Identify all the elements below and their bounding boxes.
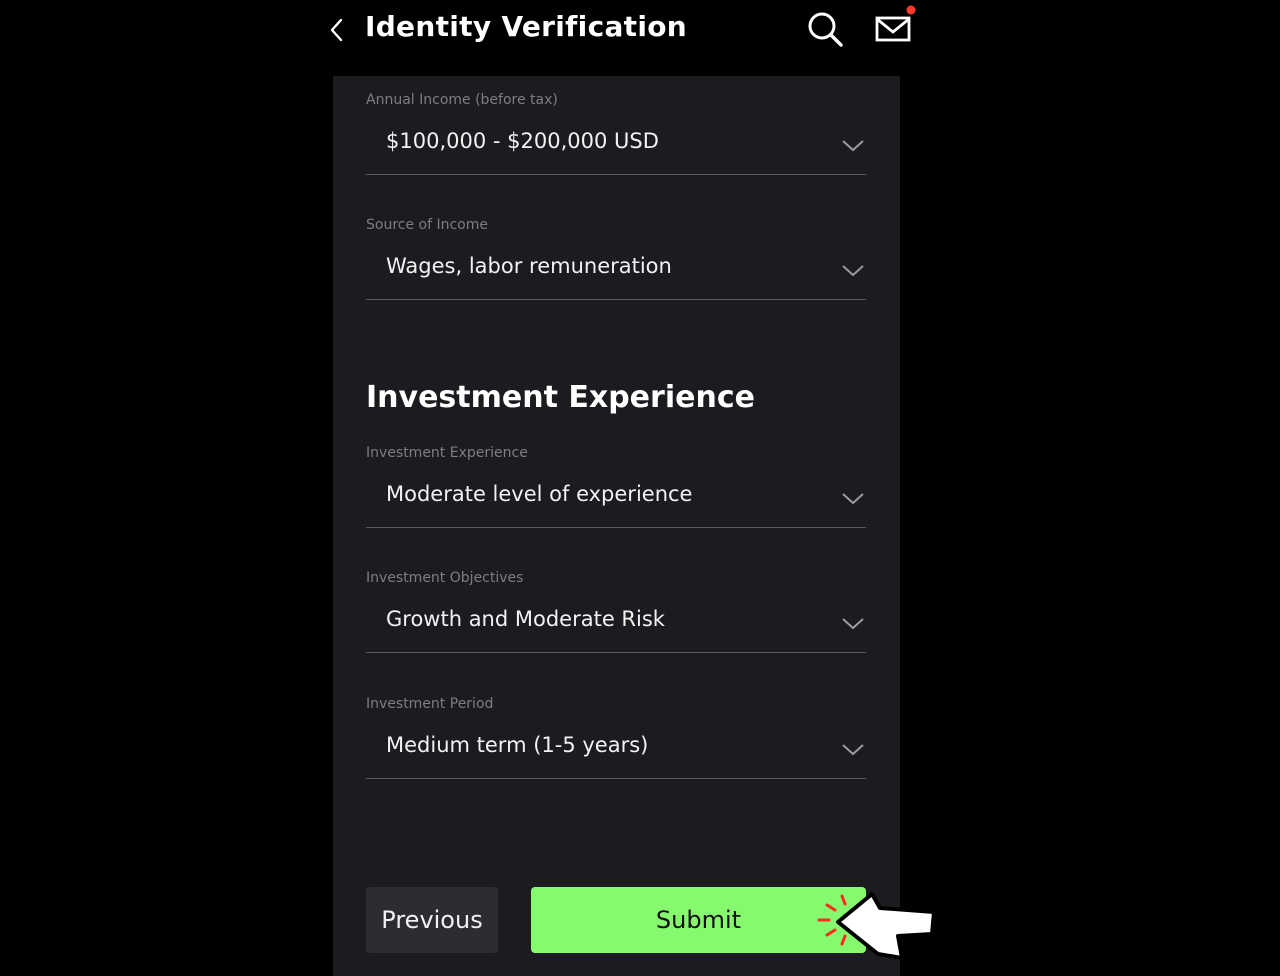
section-title: Investment Experience [366, 380, 755, 415]
investment-period-select[interactable]: Medium term (1-5 years) [366, 720, 866, 779]
previous-button[interactable]: Previous [366, 887, 498, 953]
page-title: Identity Verification [365, 10, 688, 43]
annual-income-value: $100,000 - $200,000 USD [386, 129, 659, 153]
mail-icon[interactable] [874, 2, 918, 46]
notification-dot [906, 5, 916, 15]
annual-income-select[interactable]: $100,000 - $200,000 USD [366, 116, 866, 175]
chevron-down-icon [840, 136, 866, 154]
submit-button[interactable]: Submit [531, 887, 866, 953]
investment-experience-value: Moderate level of experience [386, 482, 693, 506]
investment-period-value: Medium term (1-5 years) [386, 733, 649, 757]
chevron-left-icon[interactable] [326, 16, 348, 44]
chevron-down-icon [840, 740, 866, 758]
investment-objectives-label: Investment Objectives [366, 570, 524, 586]
chevron-down-icon [840, 489, 866, 507]
source-of-income-label: Source of Income [366, 217, 488, 233]
investment-experience-select[interactable]: Moderate level of experience [366, 469, 866, 528]
chevron-down-icon [840, 261, 866, 279]
investment-objectives-select[interactable]: Growth and Moderate Risk [366, 594, 866, 653]
search-icon[interactable] [806, 10, 846, 50]
source-of-income-select[interactable]: Wages, labor remuneration [366, 241, 866, 300]
annual-income-label: Annual Income (before tax) [366, 92, 558, 108]
top-bar: Identity Verification [320, 0, 920, 62]
source-of-income-value: Wages, labor remuneration [386, 254, 672, 278]
form-panel: Annual Income (before tax) $100,000 - $2… [333, 76, 900, 976]
investment-experience-label: Investment Experience [366, 445, 528, 461]
app-screen: Identity Verification Annual Income (bef… [0, 0, 1280, 976]
investment-objectives-value: Growth and Moderate Risk [386, 607, 665, 631]
investment-period-label: Investment Period [366, 696, 494, 712]
chevron-down-icon [840, 614, 866, 632]
